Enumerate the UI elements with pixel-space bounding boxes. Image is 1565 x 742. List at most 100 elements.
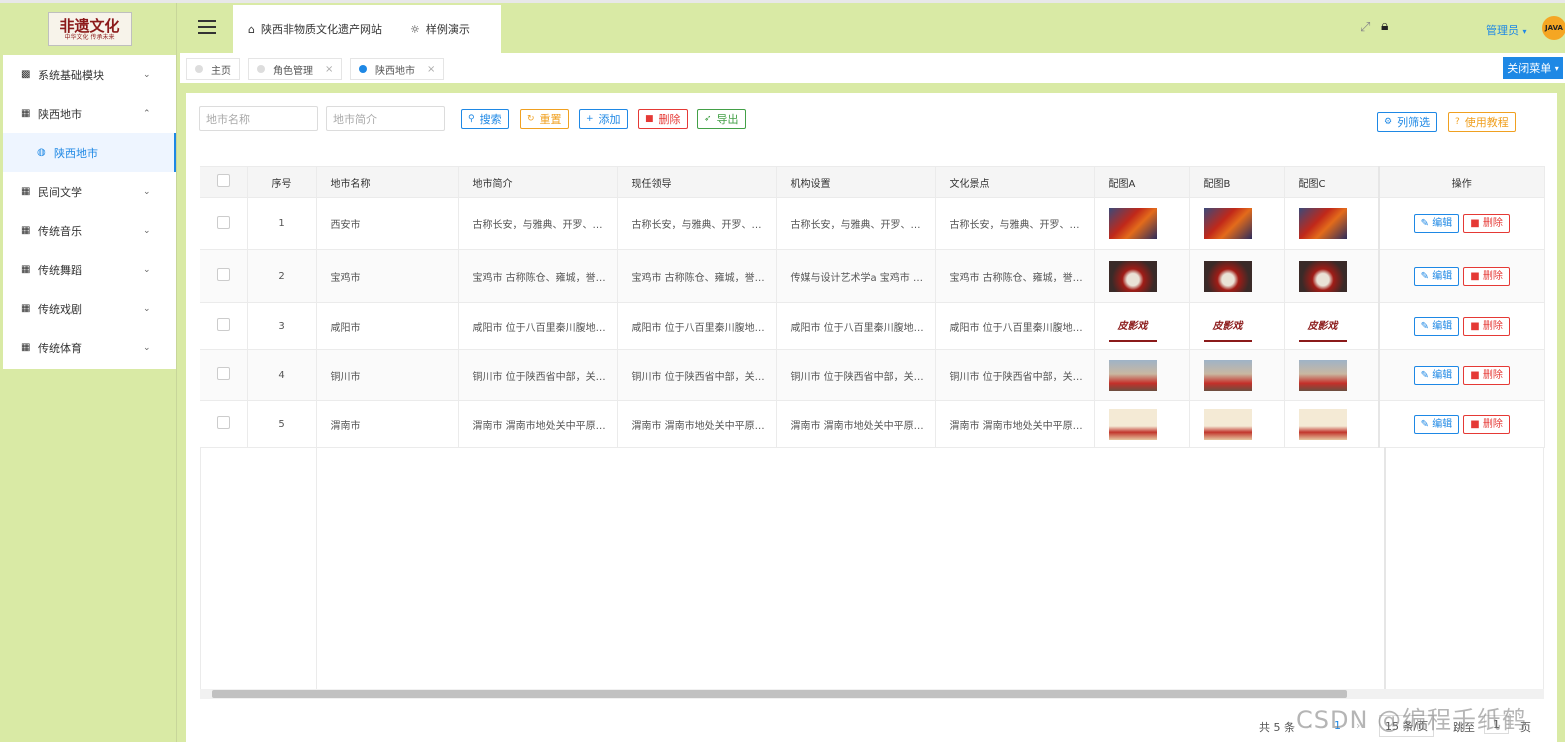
city-table: 序号 地市名称 地市简介 现任领导 机构设置 文化景点 配图A 配图B 配图C … [200,166,1545,448]
sidebar-item-folk-literature[interactable]: ▦ 民间文学 ⌄ [3,172,176,211]
chevron-down-icon: ⌄ [143,186,151,197]
image-c-thumbnail[interactable]: 皮影戏 [1298,310,1347,342]
row-leader: 古称长安，与雅典、开罗、… [617,197,777,250]
close-menu-button[interactable]: 关闭菜单 ▾ [1503,57,1563,79]
edit-button[interactable]: ✎ 编辑 [1413,214,1460,233]
row-checkbox[interactable] [217,318,230,331]
image-b-thumbnail[interactable] [1203,359,1252,391]
row-checkbox[interactable] [217,215,230,229]
demo-link[interactable]: ☼ 样例演示 [410,21,470,37]
column-header[interactable]: 配图C [1284,166,1380,198]
tab-dot [195,65,203,73]
table-row[interactable]: 3 咸阳市 咸阳市 位于八百里秦川腹地… 咸阳市 位于八百里秦川腹地… 咸阳市 … [200,302,1545,350]
sidebar-item-music[interactable]: ▦ 传统音乐 ⌄ [3,211,176,250]
sidebar-item-label: 民间文学 [38,185,82,199]
row-delete-button[interactable]: ■ 删除 [1463,214,1510,233]
image-c-thumbnail[interactable] [1298,408,1347,440]
sidebar-item-sports[interactable]: ▦ 传统体育 ⌄ [3,328,176,367]
scrollbar-thumb[interactable] [212,690,1347,698]
image-a-thumbnail[interactable] [1108,359,1157,391]
close-menu-label: 关闭菜单 [1507,62,1552,75]
logo[interactable]: 非遗文化 中华文化 传承未来 [47,12,132,46]
image-b-thumbnail[interactable]: 皮影戏 [1203,310,1252,342]
chevron-down-icon: ⌄ [143,225,151,236]
table-row[interactable]: 5 渭南市 渭南市 渭南市地处关中平原… 渭南市 渭南市地处关中平原… 渭南市 … [200,400,1545,448]
sidebar-item-drama[interactable]: ▦ 传统戏剧 ⌄ [3,289,176,328]
image-b-thumbnail[interactable] [1203,208,1252,239]
reset-button[interactable]: ↻ 重置 [520,109,569,129]
sidebar-item-cities[interactable]: ▦ 陕西地市 ⌃ [3,94,176,133]
table-row[interactable]: 2 宝鸡市 宝鸡市 古称陈仓、雍城，誉… 宝鸡市 古称陈仓、雍城，誉… 传媒与设… [200,249,1545,303]
export-button[interactable]: ➶ 导出 [697,109,746,129]
edit-button[interactable]: ✎ 编辑 [1413,266,1460,286]
column-header[interactable]: 地市名称 [316,166,459,198]
column-header[interactable]: 配图A [1094,166,1190,198]
column-filter-button[interactable]: ⚙ 列筛选 [1377,112,1438,132]
fullscreen-icon[interactable]: ⤢ [1360,20,1370,35]
image-b-cell [1189,197,1285,250]
chevron-up-icon: ⌃ [143,108,151,119]
row-checkbox[interactable] [217,416,230,429]
delete-label: 删除 [1482,369,1503,381]
sidebar-item-system[interactable]: ▩ 系统基础模块 ⌄ [3,55,176,94]
column-header[interactable]: 地市简介 [458,166,618,198]
image-c-thumbnail[interactable] [1298,359,1347,391]
table-row[interactable]: 1 西安市 古称长安，与雅典、开罗、… 古称长安，与雅典、开罗、… 古称长安，与… [200,197,1545,250]
column-header[interactable]: 操作 [1378,166,1545,198]
site-link[interactable]: ⌂ 陕西非物质文化遗产网站 [248,21,382,37]
image-b-thumbnail[interactable] [1203,260,1252,292]
row-checkbox[interactable] [217,268,230,281]
image-c-thumbnail[interactable] [1298,260,1347,292]
row-delete-button[interactable]: ■ 删除 [1463,316,1510,336]
column-header[interactable]: 配图B [1189,166,1285,198]
sidebar-item-dance[interactable]: ▦ 传统舞蹈 ⌄ [3,250,176,289]
globe-icon: ◍ [37,147,46,158]
horizontal-scrollbar[interactable] [200,689,1544,699]
row-checkbox[interactable] [217,367,230,380]
chart-icon: ▩ [21,69,31,80]
table-row[interactable]: 4 铜川市 铜川市 位于陕西省中部，关… 铜川市 位于陕西省中部，关… 铜川市 … [200,349,1545,401]
add-button[interactable]: + 添加 [579,109,628,129]
search-button[interactable]: ⚲ 搜索 [461,109,509,129]
select-all-checkbox[interactable] [217,174,230,187]
image-a-thumbnail[interactable] [1108,408,1157,440]
image-b-thumbnail[interactable] [1203,408,1252,440]
column-filter-label: 列筛选 [1397,116,1431,129]
hamburger-icon[interactable] [198,20,216,34]
sidebar-subitem-cities[interactable]: ◍ 陕西地市 [3,133,176,172]
edit-button[interactable]: ✎ 编辑 [1413,414,1460,434]
row-delete-button[interactable]: ■ 删除 [1463,414,1510,434]
row-actions: ✎ 编辑 ■ 删除 [1378,400,1545,448]
lock-icon[interactable]: 🔒︎ [1381,18,1388,34]
tab-home[interactable]: 主页 [186,58,240,80]
close-icon[interactable]: × [427,64,435,75]
image-c-thumbnail[interactable] [1298,208,1347,239]
column-header[interactable]: 机构设置 [776,166,936,198]
tab-dot [257,65,265,73]
column-header[interactable]: 序号 [247,166,317,198]
edit-label: 编辑 [1432,218,1453,229]
user-menu[interactable]: 管理员 ▾ [1486,22,1527,38]
refresh-icon: ↻ [527,114,535,124]
avatar[interactable]: JAVA [1542,16,1565,40]
column-header[interactable]: 文化景点 [935,166,1095,198]
tab-role[interactable]: 角色管理 × [248,58,343,80]
row-delete-button[interactable]: ■ 删除 [1463,365,1510,385]
tab-city[interactable]: 陕西地市 × [350,58,445,80]
export-label: 导出 [716,113,739,126]
image-a-thumbnail[interactable] [1108,208,1157,239]
image-a-thumbnail[interactable]: 皮影戏 [1108,310,1157,342]
image-a-thumbnail[interactable] [1108,260,1157,292]
image-a-cell [1094,349,1190,401]
edit-button[interactable]: ✎ 编辑 [1413,365,1460,385]
city-name-input[interactable]: 地市名称 [199,106,318,131]
row-delete-button[interactable]: ■ 删除 [1463,266,1510,286]
tutorial-button[interactable]: ? 使用教程 [1448,112,1516,132]
column-header[interactable]: 现任领导 [617,166,777,198]
image-c-cell [1284,197,1380,250]
close-icon[interactable]: × [325,64,333,75]
edit-button[interactable]: ✎ 编辑 [1413,316,1460,336]
caret-down-icon: ▾ [1554,63,1559,73]
city-intro-input[interactable]: 地市简介 [326,106,445,131]
delete-button[interactable]: ■ 删除 [638,109,688,129]
